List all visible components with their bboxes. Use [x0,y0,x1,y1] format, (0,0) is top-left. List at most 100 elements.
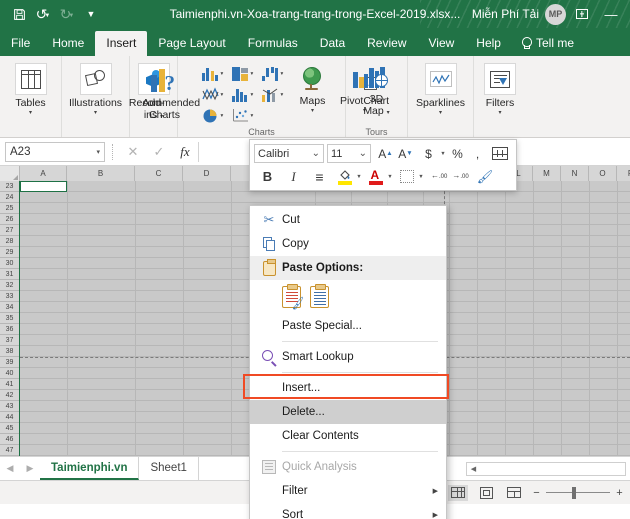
row-header-37[interactable]: 37 [0,335,19,346]
undo-caret-icon[interactable]: ▼ [44,13,50,19]
font-color-caret-icon[interactable]: ▼ [386,174,394,180]
save-icon[interactable] [8,4,30,24]
merge-and-center-button[interactable] [490,144,510,164]
maps-button[interactable]: Maps ▾ [292,61,334,115]
row-header-32[interactable]: 32 [0,280,19,291]
italic-button[interactable]: I [284,167,303,187]
paste-values-button[interactable] [310,284,329,308]
column-bar-chart-button[interactable]: ▾ [201,66,232,81]
row-header-43[interactable]: 43 [0,401,19,412]
tab-page-layout[interactable]: Page Layout [147,30,236,56]
row-header-38[interactable]: 38 [0,346,19,357]
tab-home[interactable]: Home [41,30,95,56]
zoom-track[interactable] [546,486,610,499]
context-menu-item-cut[interactable]: ✂ Cut [250,208,446,232]
row-header-42[interactable]: 42 [0,390,19,401]
column-header-n[interactable]: N [561,166,589,181]
context-menu-item-copy[interactable]: Copy [250,232,446,256]
statistic-chart-caret-icon[interactable]: ▾ [251,92,254,98]
hierarchy-chart-button[interactable]: ▾ [231,66,262,81]
row-header-29[interactable]: 29 [0,247,19,258]
name-box-caret-icon[interactable]: ▾ [96,148,100,156]
recommended-charts-button[interactable]: ? Recommended Charts [128,61,202,121]
sparklines-button[interactable]: Sparklines ▾ [410,59,472,117]
active-cell-a23[interactable] [20,181,67,192]
filters-button[interactable]: Filters ▾ [476,59,524,117]
tab-data[interactable]: Data [309,30,356,56]
name-box[interactable]: A23 ▾ [5,141,105,162]
waterfall-chart-caret-icon[interactable]: ▾ [281,71,284,77]
tables-caret-icon[interactable]: ▾ [29,110,32,117]
column-header-b[interactable]: B [67,166,135,181]
column-header-d[interactable]: D [183,166,231,181]
tell-me-box[interactable]: Tell me [512,30,584,56]
context-menu-item-clear-contents[interactable]: Clear Contents [250,424,446,448]
increase-font-size-button[interactable]: A ▲ [376,144,395,164]
font-name-combo[interactable]: Calibri ⌄ [254,144,324,163]
column-chart-caret-icon[interactable]: ▾ [221,71,224,77]
row-header-23[interactable]: 23 [0,181,19,192]
paste-keep-source-formatting-button[interactable]: 🖌 [282,284,306,311]
pie-chart-caret-icon[interactable]: ▾ [221,113,224,119]
row-header-27[interactable]: 27 [0,225,19,236]
sheet-tab-taimienphi[interactable]: Taimienphi.vn [40,457,140,480]
bold-button[interactable]: B [258,167,277,187]
row-header-47[interactable]: 47 [0,445,19,456]
page-break-preview-button[interactable] [504,485,524,501]
zoom-in-button[interactable]: + [615,487,624,499]
3d-map-button[interactable]: 3D Map ▾ [348,59,406,117]
column-header-p[interactable]: P [617,166,630,181]
row-header-28[interactable]: 28 [0,236,19,247]
row-header-44[interactable]: 44 [0,412,19,423]
select-all-icon[interactable] [0,166,20,181]
row-header-30[interactable]: 30 [0,258,19,269]
confirm-check-icon[interactable]: ✓ [146,144,172,160]
row-header-26[interactable]: 26 [0,214,19,225]
sheet-prev-arrow-icon[interactable]: ◀ [0,463,20,474]
tab-formulas[interactable]: Formulas [237,30,309,56]
row-header-35[interactable]: 35 [0,313,19,324]
row-header-40[interactable]: 40 [0,368,19,379]
tab-view[interactable]: View [418,30,466,56]
tables-button[interactable]: Tables ▾ [2,59,60,117]
row-header-41[interactable]: 41 [0,379,19,390]
context-menu-item-paste-special[interactable]: Paste Special... [250,314,446,338]
row-header-46[interactable]: 46 [0,434,19,445]
fill-color-button[interactable] [335,167,354,187]
illustrations-button[interactable]: Illustrations ▾ [64,59,128,117]
context-menu-item-sort[interactable]: Sort ▶ [250,503,446,519]
scatter-chart-button[interactable]: ▾ [232,108,262,123]
borders-caret-icon[interactable]: ▼ [417,174,425,180]
maps-caret-icon[interactable]: ▾ [311,108,314,115]
row-header-33[interactable]: 33 [0,291,19,302]
zoom-out-button[interactable]: − [532,487,541,499]
line-chart-button[interactable]: ▾ [201,87,232,102]
center-align-button[interactable]: ≡ [310,167,329,187]
filters-caret-icon[interactable]: ▾ [498,110,501,117]
zoom-slider[interactable]: − + [532,487,624,499]
cancel-icon[interactable]: ✕ [120,144,146,160]
row-header-25[interactable]: 25 [0,203,19,214]
sparklines-caret-icon[interactable]: ▾ [439,110,442,117]
tab-file[interactable]: File [0,30,41,56]
font-color-button[interactable]: A [366,167,385,187]
page-layout-view-button[interactable] [476,485,496,501]
accounting-number-format-button[interactable]: $ [419,144,438,164]
tab-help[interactable]: Help [465,30,512,56]
insert-function-fx-icon[interactable]: fx [172,144,198,160]
row-header-36[interactable]: 36 [0,324,19,335]
context-menu-item-smart-lookup[interactable]: Smart Lookup [250,345,446,369]
font-size-combo[interactable]: 11 ⌄ [327,144,371,163]
context-menu-item-filter[interactable]: Filter ▶ [250,479,446,503]
column-header-o[interactable]: O [589,166,617,181]
illustrations-caret-icon[interactable]: ▾ [94,110,97,117]
normal-view-button[interactable] [448,484,468,501]
context-menu-item-delete[interactable]: Delete... [250,400,446,424]
context-menu-item-insert[interactable]: Insert... [250,376,446,400]
row-header-31[interactable]: 31 [0,269,19,280]
sheet-tab-sheet1[interactable]: Sheet1 [139,457,199,480]
row-header-34[interactable]: 34 [0,302,19,313]
avatar[interactable]: MP [545,3,566,25]
combo-chart-button[interactable]: ▾ [261,87,292,102]
hierarchy-chart-caret-icon[interactable]: ▾ [251,71,254,77]
